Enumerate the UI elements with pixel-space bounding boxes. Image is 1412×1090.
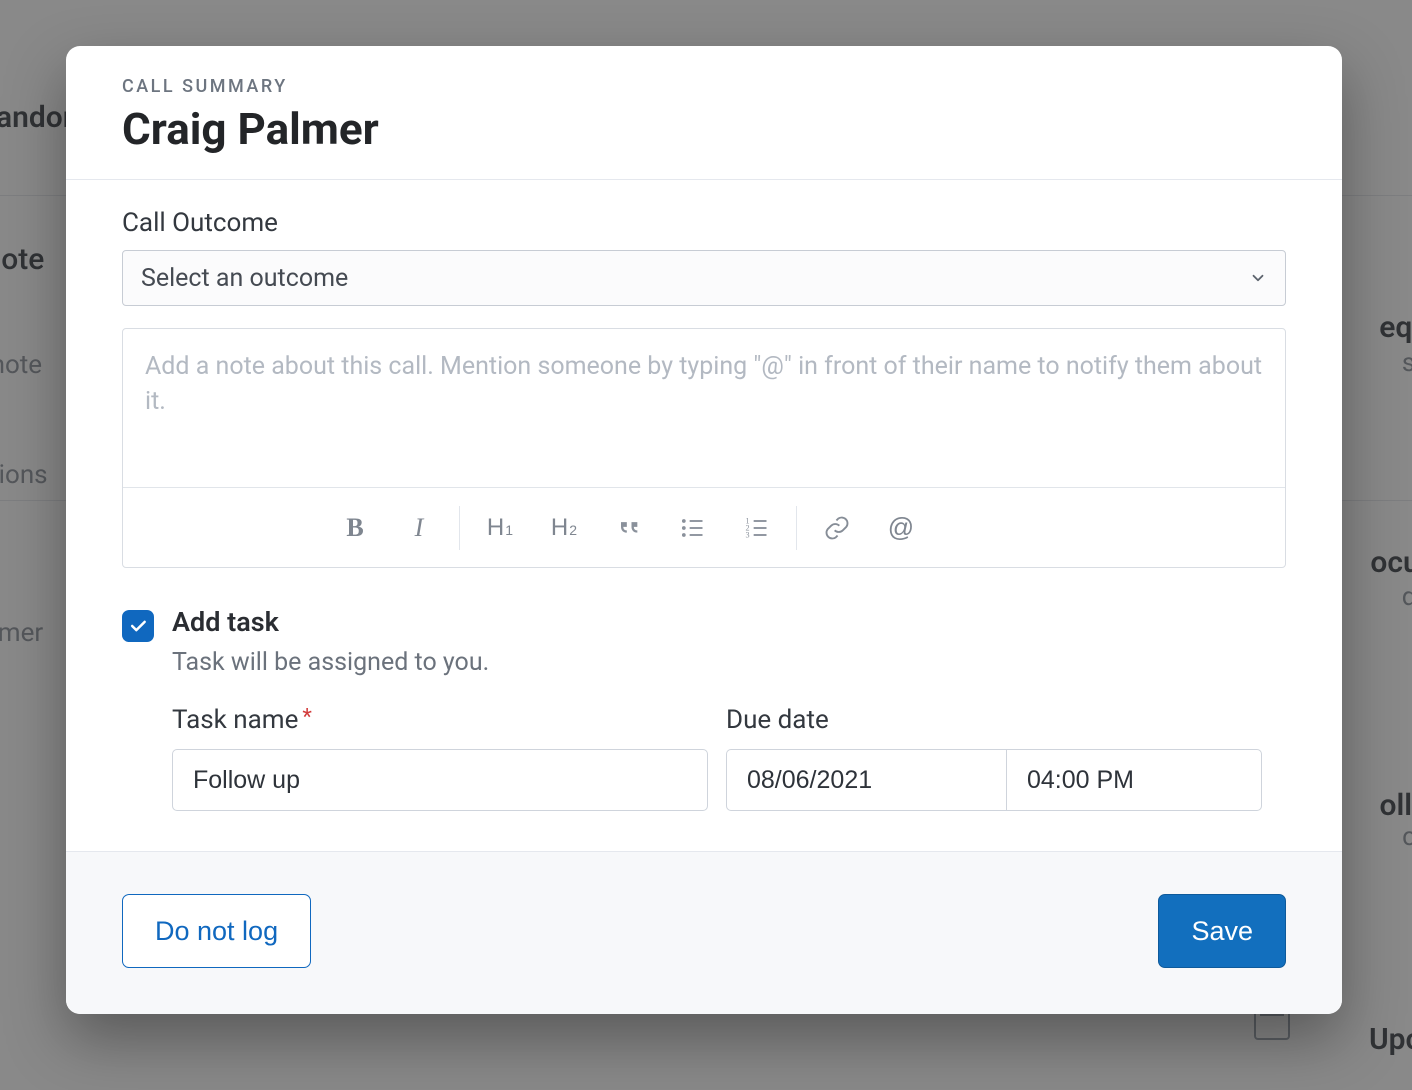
task-name-input[interactable] [172,749,708,811]
ordered-list-icon: 1 2 3 [742,514,770,542]
modal-body: Call Outcome Select an outcome Add a not… [66,180,1342,851]
svg-text:3: 3 [746,530,750,539]
quote-icon [614,514,642,542]
modal-eyebrow: CALL SUMMARY [122,76,1286,97]
due-date-input[interactable] [726,749,1006,811]
call-outcome-label: Call Outcome [122,208,1286,238]
toolbar-divider [796,506,797,550]
add-task-checkbox[interactable] [122,610,154,642]
check-icon [128,616,148,636]
note-editor: Add a note about this call. Mention some… [122,328,1286,568]
do-not-log-button[interactable]: Do not log [122,894,311,968]
toolbar-divider [459,506,460,550]
bullet-list-button[interactable] [660,498,724,558]
due-date-label: Due date [726,705,1262,735]
call-summary-modal: CALL SUMMARY Craig Palmer Call Outcome S… [66,46,1342,1014]
at-icon: @ [888,512,914,543]
add-task-label: Add task [172,606,1286,638]
task-fields: Task name* Due date [172,705,1286,811]
italic-button[interactable]: I [387,498,451,558]
ordered-list-button[interactable]: 1 2 3 [724,498,788,558]
task-name-label: Task name* [172,705,708,735]
quote-button[interactable] [596,498,660,558]
italic-icon: I [415,513,424,543]
bold-icon: B [346,513,363,543]
chevron-down-icon [1249,269,1267,287]
call-outcome-placeholder: Select an outcome [141,264,348,293]
due-time-input[interactable] [1006,749,1262,811]
modal-header: CALL SUMMARY Craig Palmer [66,46,1342,180]
required-asterisk: * [302,705,311,730]
link-icon [823,514,851,542]
call-outcome-select[interactable]: Select an outcome [122,250,1286,306]
editor-toolbar: B I H1 H2 1 2 [123,487,1285,567]
mention-button[interactable]: @ [869,498,933,558]
modal-title: Craig Palmer [122,103,1286,155]
note-textarea[interactable]: Add a note about this call. Mention some… [123,329,1285,487]
link-button[interactable] [805,498,869,558]
h1-button[interactable]: H1 [468,498,532,558]
h2-icon: H2 [551,514,577,542]
bullet-list-icon [678,514,706,542]
h1-icon: H1 [487,514,513,542]
save-button[interactable]: Save [1158,894,1286,968]
bold-button[interactable]: B [323,498,387,558]
add-task-section: Add task Task will be assigned to you. T… [122,606,1286,811]
add-task-subtext: Task will be assigned to you. [172,648,1286,677]
modal-footer: Do not log Save [66,851,1342,1014]
h2-button[interactable]: H2 [532,498,596,558]
